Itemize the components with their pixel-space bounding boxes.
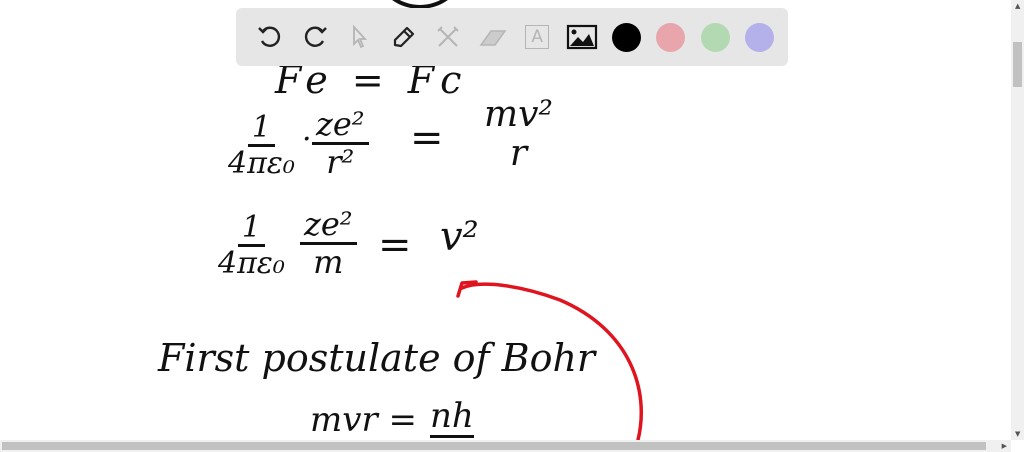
redo-icon [304, 26, 327, 47]
color-swatch-black [611, 22, 641, 52]
undo-icon [258, 26, 281, 47]
color-swatch-green [700, 22, 730, 52]
text-icon-glyph: A [531, 27, 544, 47]
horizontal-scrollbar[interactable]: ▶ [0, 440, 1011, 452]
select-cursor-icon [353, 24, 368, 49]
image-button[interactable] [560, 15, 605, 59]
drawing-toolbar: A [236, 8, 788, 66]
tools-button[interactable] [426, 15, 471, 59]
red-arrow-annotation [456, 280, 643, 442]
pen-icon [393, 26, 414, 48]
color-red[interactable] [649, 15, 694, 59]
scroll-down-arrow-icon[interactable]: ▼ [1015, 430, 1020, 438]
vertical-scrollbar[interactable]: ▲ ▼ [1011, 0, 1024, 440]
image-icon [566, 24, 597, 50]
eraser-button[interactable] [471, 15, 516, 59]
color-swatch-red [656, 22, 686, 52]
horizontal-scroll-thumb[interactable] [2, 442, 986, 450]
redo-button[interactable] [293, 15, 338, 59]
eraser-icon [479, 30, 507, 46]
pen-button[interactable] [382, 15, 427, 59]
color-purple[interactable] [738, 15, 783, 59]
color-swatch-purple [745, 22, 775, 52]
tools-icon [437, 26, 459, 47]
scroll-right-arrow-icon[interactable]: ▶ [1002, 442, 1007, 450]
undo-button[interactable] [248, 15, 293, 59]
color-green[interactable] [693, 15, 738, 59]
color-black[interactable] [604, 15, 649, 59]
scroll-up-arrow-icon[interactable]: ▲ [1015, 2, 1020, 10]
text-button[interactable]: A [515, 15, 560, 59]
select-button[interactable] [337, 15, 382, 59]
text-icon: A [525, 25, 550, 49]
vertical-scroll-thumb[interactable] [1013, 42, 1022, 87]
